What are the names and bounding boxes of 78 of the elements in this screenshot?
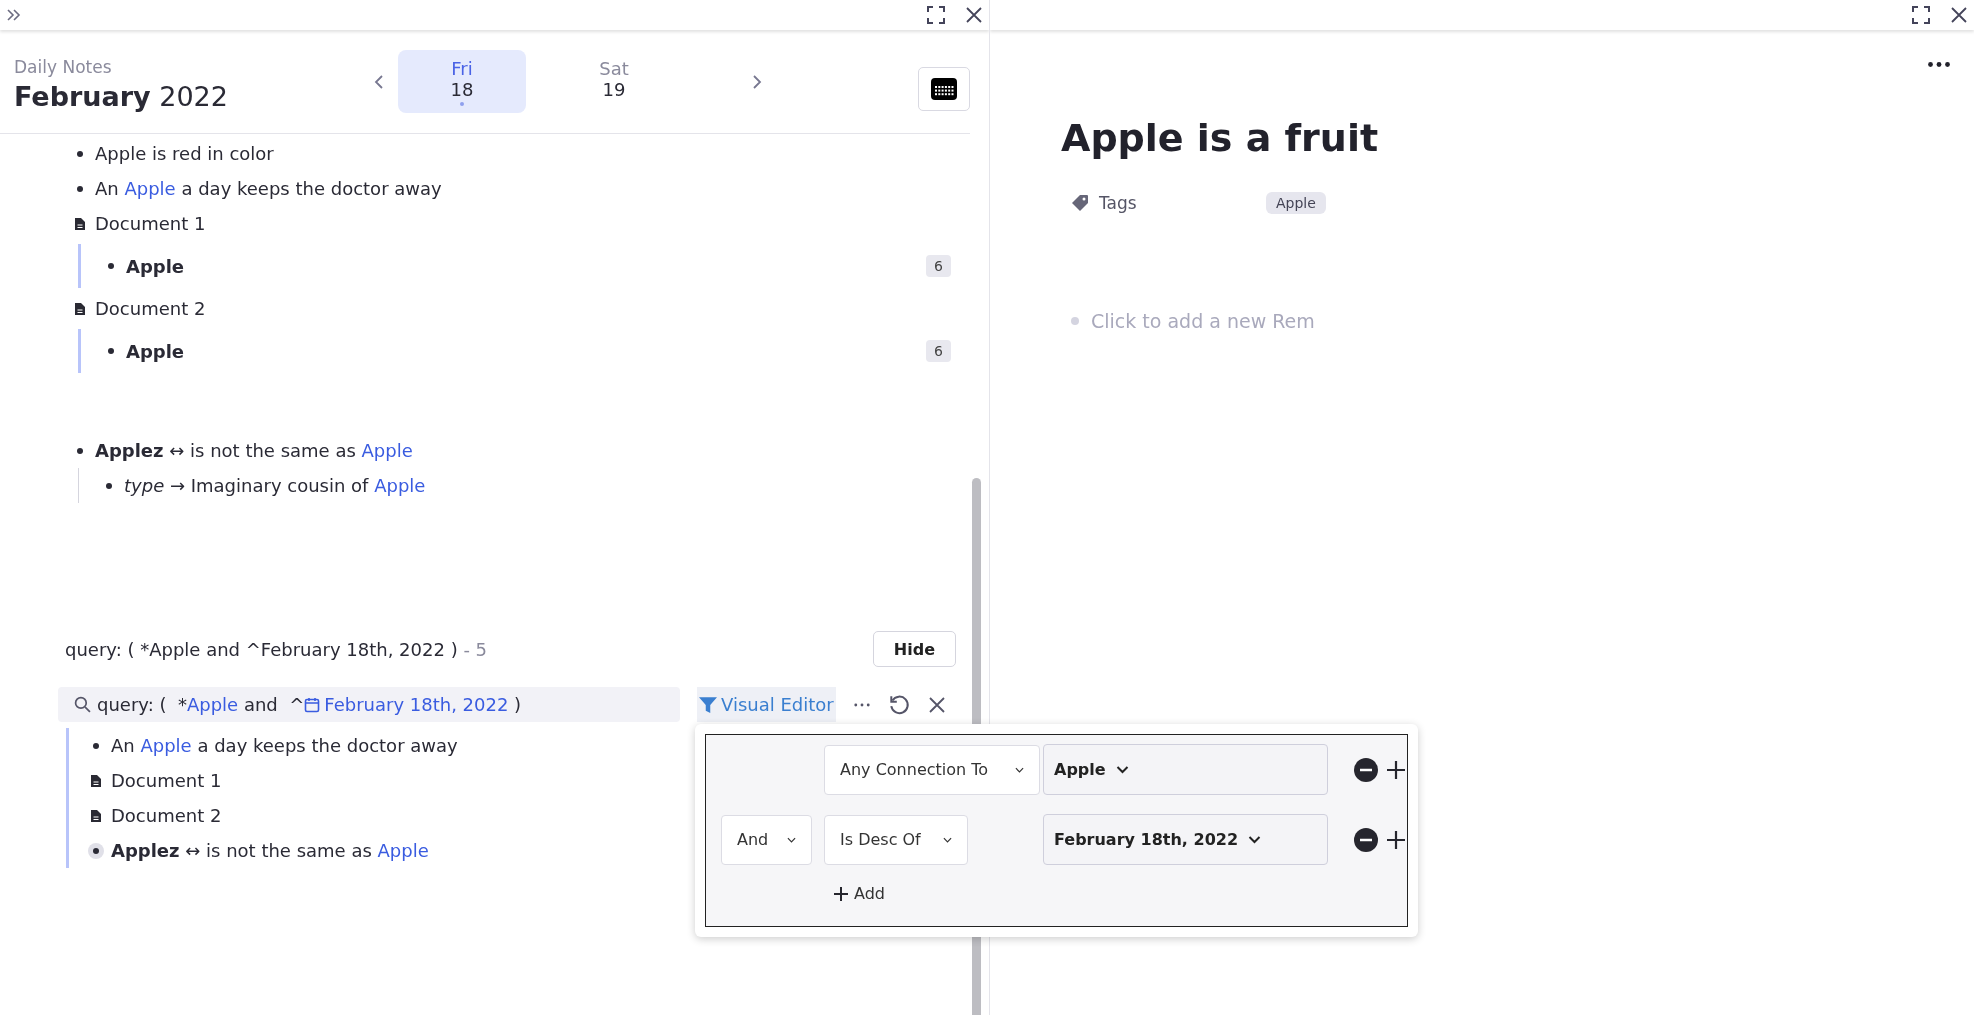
rem-text: Applez ↔ is not the same as Apple bbox=[111, 840, 429, 861]
caret-icon bbox=[1115, 765, 1129, 774]
rem-text: An Apple a day keeps the doctor away bbox=[95, 178, 442, 199]
rem-link[interactable]: Apple bbox=[374, 475, 426, 496]
rem-text: An Apple a day keeps the doctor away bbox=[111, 735, 458, 756]
reference-count[interactable]: 6 bbox=[926, 255, 951, 277]
rem-text: Document 1 bbox=[111, 770, 222, 791]
rem-link[interactable]: Apple bbox=[140, 735, 192, 756]
add-button[interactable]: Add bbox=[833, 884, 885, 903]
calendar-icon bbox=[931, 77, 957, 100]
tag-chip[interactable]: Apple bbox=[1266, 192, 1326, 214]
bullet-icon[interactable] bbox=[77, 185, 83, 192]
query-title: query: ( *Apple and ^February 18th, 2022 ) - 5 bbox=[65, 638, 488, 660]
target-select[interactable]: Apple bbox=[1043, 744, 1328, 795]
bullet-icon[interactable] bbox=[88, 842, 104, 859]
fullscreen-icon[interactable] bbox=[1912, 6, 1930, 24]
document-icon[interactable] bbox=[74, 216, 86, 231]
bullet-icon[interactable] bbox=[77, 150, 83, 157]
filter-icon bbox=[699, 695, 717, 714]
section-label: Daily Notes bbox=[14, 57, 113, 77]
conjunction-select[interactable]: And bbox=[721, 814, 812, 865]
caret-icon bbox=[943, 836, 952, 843]
more-icon[interactable] bbox=[853, 702, 870, 707]
fullscreen-icon[interactable] bbox=[927, 6, 945, 24]
tag-icon bbox=[1071, 194, 1089, 212]
expand-sidebar-icon[interactable] bbox=[6, 7, 22, 23]
remove-icon[interactable] bbox=[1354, 827, 1378, 852]
document-icon[interactable] bbox=[90, 808, 102, 823]
reference-count[interactable]: 6 bbox=[926, 340, 951, 362]
document-icon[interactable] bbox=[90, 773, 102, 788]
query-field[interactable]: query: ( *Apple and ^ February 18th, 2022 ) bbox=[58, 687, 680, 722]
document-icon[interactable] bbox=[74, 301, 86, 316]
rem-link[interactable]: Apple bbox=[124, 178, 176, 199]
rem-link[interactable]: Apple bbox=[361, 440, 413, 461]
rem-text: Apple bbox=[126, 340, 185, 362]
bullet-icon[interactable] bbox=[108, 348, 114, 354]
add-icon[interactable] bbox=[1386, 829, 1406, 850]
rem-text: Document 1 bbox=[95, 213, 206, 234]
relation-select[interactable]: Any Connection To bbox=[824, 744, 1040, 795]
caret-icon bbox=[787, 836, 796, 843]
close-icon[interactable] bbox=[1950, 6, 1968, 24]
calendar-icon bbox=[304, 697, 321, 713]
bullet-icon bbox=[1071, 317, 1079, 325]
close-icon[interactable] bbox=[927, 695, 946, 714]
chevron-right-icon[interactable] bbox=[752, 73, 762, 90]
relation-select[interactable]: Is Desc Of bbox=[824, 814, 968, 865]
day-tab[interactable]: Fri 18 bbox=[398, 50, 526, 113]
chevron-left-icon[interactable] bbox=[374, 73, 384, 90]
add-icon[interactable] bbox=[1386, 759, 1406, 780]
bullet-icon[interactable] bbox=[77, 447, 83, 454]
plus-icon bbox=[833, 885, 849, 902]
target-select[interactable]: February 18th, 2022 bbox=[1043, 814, 1328, 865]
date-link[interactable]: February 18th, 2022 bbox=[304, 694, 509, 715]
month-title: February 2022 bbox=[14, 81, 229, 112]
remove-icon[interactable] bbox=[1354, 757, 1378, 782]
hide-button[interactable]: Hide bbox=[872, 631, 956, 667]
property-label: Tags bbox=[1099, 193, 1138, 213]
bullet-icon[interactable] bbox=[108, 263, 114, 269]
caret-icon bbox=[1015, 766, 1024, 773]
rem-text: Document 2 bbox=[95, 298, 206, 319]
bullet-icon[interactable] bbox=[106, 482, 112, 489]
rem-text: Document 2 bbox=[111, 805, 222, 826]
rem-text: Applez ↔ is not the same as Apple bbox=[95, 440, 413, 461]
bullet-icon[interactable] bbox=[93, 742, 99, 749]
visual-editor-button[interactable]: Visual Editor bbox=[697, 687, 836, 722]
close-icon[interactable] bbox=[965, 6, 983, 24]
rem-link[interactable]: Apple bbox=[377, 840, 429, 861]
refresh-icon[interactable] bbox=[887, 693, 910, 716]
rem-text: Apple bbox=[126, 255, 185, 277]
caret-icon bbox=[1248, 835, 1262, 844]
day-tab[interactable]: Sat 19 bbox=[550, 50, 678, 113]
calendar-button[interactable] bbox=[918, 66, 970, 111]
rem-text: type → Imaginary cousin of Apple bbox=[124, 475, 426, 496]
rem-text: Apple is red in color bbox=[95, 143, 274, 164]
document-title: Apple is a fruit bbox=[1061, 116, 1380, 160]
rem-link[interactable]: Apple bbox=[186, 694, 239, 715]
more-icon[interactable] bbox=[1928, 62, 1950, 67]
search-icon bbox=[74, 696, 91, 713]
